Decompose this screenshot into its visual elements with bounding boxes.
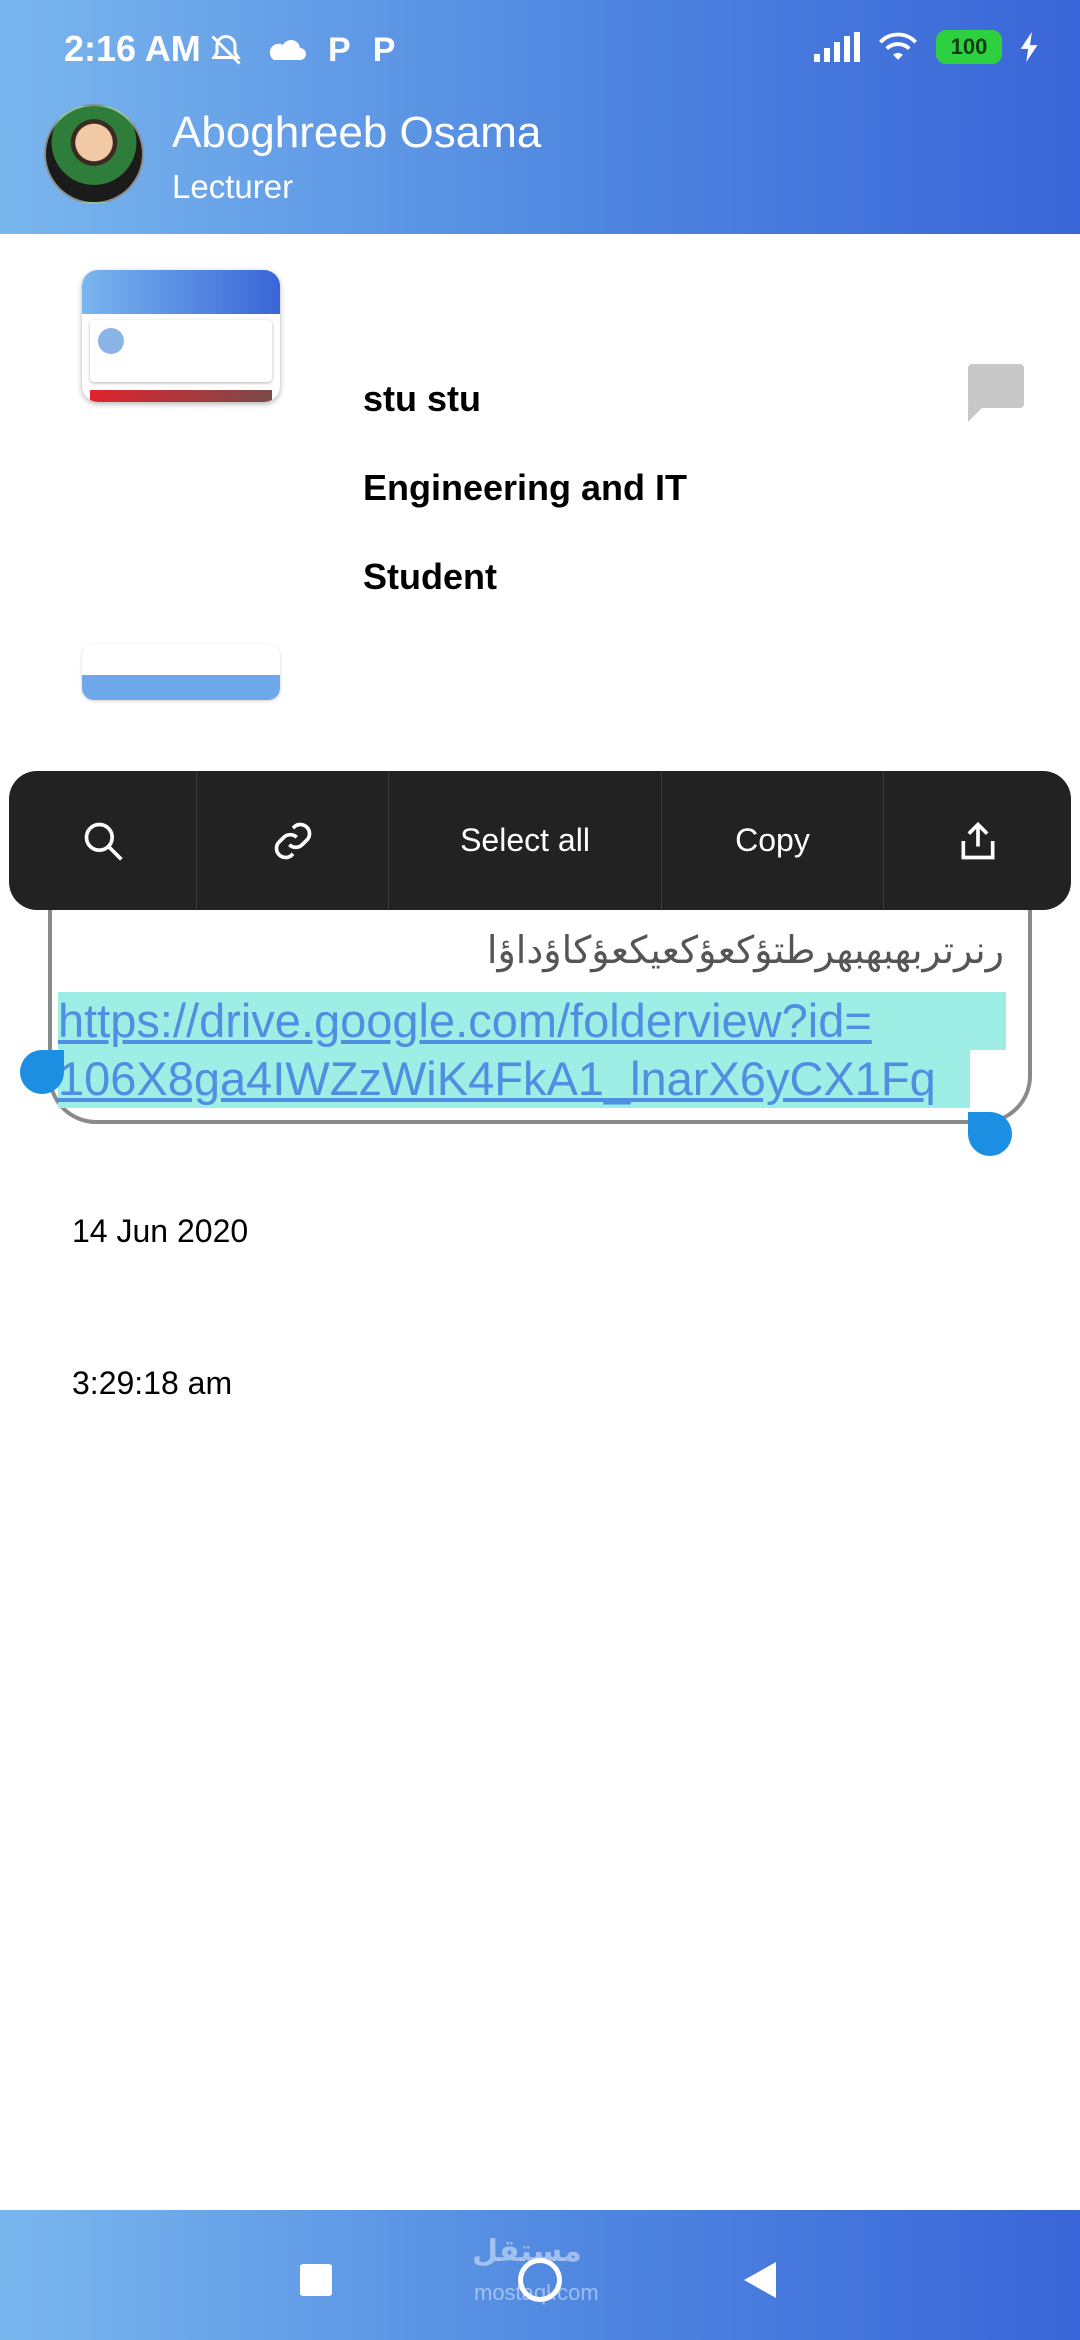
sender-department: Engineering and IT bbox=[363, 467, 688, 508]
chat-icon[interactable] bbox=[968, 364, 1024, 422]
p-app-icon: P bbox=[328, 31, 351, 69]
message-arabic-text[interactable]: رنرتربهبهبهرطتؤكعؤكعيكعؤكاؤداؤا bbox=[487, 928, 1004, 973]
message-link-line-2[interactable]: 106X8ga4IWZzWiK4FkA1_lnarX6yCX1Fq bbox=[58, 1050, 970, 1108]
message-date: 14 Jun 2020 bbox=[72, 1213, 249, 1249]
post-image-thumbnail[interactable] bbox=[82, 270, 280, 402]
charging-icon bbox=[1020, 32, 1038, 62]
status-bar: 2:16 AM P P 100 bbox=[0, 0, 1080, 96]
search-button[interactable] bbox=[9, 771, 197, 910]
avatar[interactable] bbox=[44, 104, 144, 204]
selection-end-handle[interactable] bbox=[968, 1112, 1012, 1156]
notification-icons: P P bbox=[208, 30, 395, 70]
profile-name: Aboghreeb Osama bbox=[172, 108, 542, 157]
bell-off-icon bbox=[211, 34, 241, 65]
recent-apps-button[interactable] bbox=[300, 2264, 332, 2296]
system-status-icons: 100 bbox=[814, 30, 1040, 64]
text-selection-toolbar: Select all Copy bbox=[9, 771, 1071, 910]
signal-icon bbox=[814, 32, 860, 62]
share-icon bbox=[961, 821, 994, 859]
select-all-button[interactable]: Select all bbox=[389, 771, 662, 910]
home-button[interactable] bbox=[518, 2258, 562, 2302]
p-app-icon: P bbox=[372, 31, 396, 69]
open-link-button[interactable] bbox=[197, 771, 389, 910]
message-link-line-1[interactable]: https://drive.google.com/folderview?id= bbox=[58, 992, 1006, 1050]
message-time: 3:29:18 am bbox=[72, 1365, 233, 1401]
copy-button[interactable]: Copy bbox=[662, 771, 884, 910]
sender-role: Student bbox=[363, 556, 497, 597]
link-icon bbox=[274, 822, 311, 859]
share-button[interactable] bbox=[884, 771, 1071, 910]
post-image-thumbnail-bottom[interactable] bbox=[82, 644, 280, 700]
search-icon bbox=[84, 822, 123, 861]
app-header: 2:16 AM P P 100 Aboghreeb Osama Lecturer bbox=[0, 0, 1080, 234]
cloud-icon bbox=[269, 40, 306, 60]
sender-name: stu stu bbox=[363, 378, 482, 419]
profile-role: Lecturer bbox=[172, 168, 294, 205]
back-button[interactable] bbox=[744, 2262, 776, 2298]
wifi-icon bbox=[878, 32, 918, 60]
status-time: 2:16 AM bbox=[64, 28, 201, 69]
selection-start-handle[interactable] bbox=[20, 1050, 64, 1094]
system-nav-bar: مستقل mostaql.com bbox=[0, 2210, 1080, 2340]
battery-icon: 100 bbox=[936, 30, 1002, 64]
